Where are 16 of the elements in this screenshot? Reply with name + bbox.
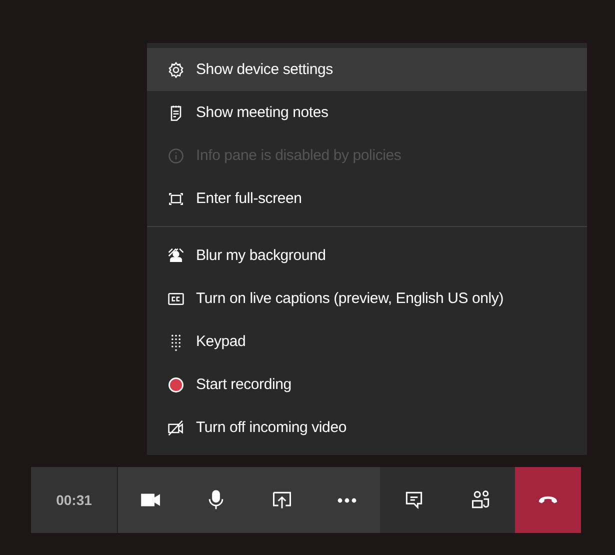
record-icon	[167, 376, 185, 394]
menu-item[interactable]: Blur my background	[147, 234, 587, 277]
info-icon	[167, 146, 185, 164]
more-icon	[337, 498, 358, 502]
settings-icon	[167, 60, 185, 78]
menu-item[interactable]: Keypad	[147, 320, 587, 363]
call-timer: 00:31	[31, 467, 118, 533]
share-screen-icon	[270, 489, 293, 511]
menu-item[interactable]: Start recording	[147, 363, 587, 406]
person-blur-icon	[167, 246, 185, 264]
menu-item[interactable]: Turn on live captions (preview, English US only)	[147, 277, 587, 320]
menu-item[interactable]: Show device settings	[147, 48, 587, 91]
menu-item[interactable]: Show meeting notes	[147, 91, 587, 134]
video-off-icon	[167, 418, 185, 436]
menu-item[interactable]: Turn off incoming video	[147, 406, 587, 449]
menu-item[interactable]: Enter full-screen	[147, 177, 587, 220]
